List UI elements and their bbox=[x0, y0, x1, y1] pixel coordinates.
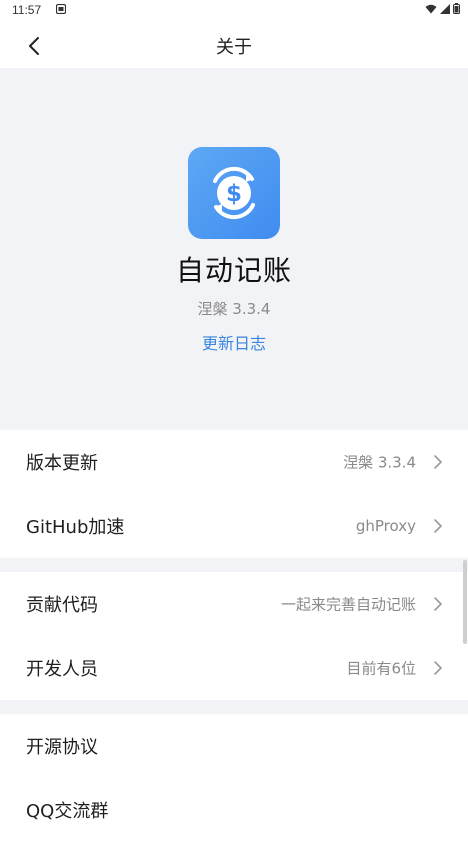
status-bar: 11:57 bbox=[0, 0, 468, 22]
chevron-right-icon bbox=[434, 661, 442, 675]
row-open-source-license[interactable]: 开源协议 bbox=[0, 714, 468, 778]
row-value: ghProxy bbox=[355, 517, 416, 535]
page-title: 关于 bbox=[216, 37, 252, 58]
row-label: 开发人员 bbox=[26, 659, 98, 680]
row-label: 开源协议 bbox=[26, 737, 98, 758]
svg-text:$: $ bbox=[226, 181, 242, 207]
status-time: 11:57 bbox=[12, 3, 42, 17]
chevron-right-icon bbox=[434, 455, 442, 469]
app-info-header: $ 自动记账 涅槃 3.3.4 更新日志 bbox=[0, 68, 468, 430]
dollar-refresh-icon: $ bbox=[213, 166, 255, 220]
app-name: 自动记账 bbox=[175, 254, 292, 287]
signal-icon bbox=[440, 3, 450, 14]
row-label: 版本更新 bbox=[26, 453, 98, 474]
chevron-right-icon bbox=[434, 519, 442, 533]
row-developers[interactable]: 开发人员 目前有6位 bbox=[0, 636, 468, 700]
row-version-update[interactable]: 版本更新 涅槃 3.3.4 bbox=[0, 430, 468, 494]
row-github-proxy[interactable]: GitHub加速 ghProxy bbox=[0, 494, 468, 558]
chevron-right-icon bbox=[434, 597, 442, 611]
row-contribute-code[interactable]: 贡献代码 一起来完善自动记账 bbox=[0, 572, 468, 636]
row-label: QQ交流群 bbox=[26, 801, 109, 822]
scrollbar[interactable] bbox=[463, 560, 467, 644]
row-qq-group[interactable]: QQ交流群 bbox=[0, 778, 468, 842]
wifi-icon bbox=[425, 4, 437, 13]
row-value: 一起来完善自动记账 bbox=[280, 595, 416, 614]
row-value: 涅槃 3.3.4 bbox=[343, 453, 416, 472]
battery-icon bbox=[453, 3, 460, 14]
app-version: 涅槃 3.3.4 bbox=[197, 300, 271, 318]
row-label: 贡献代码 bbox=[26, 595, 98, 616]
group-divider bbox=[0, 700, 468, 714]
changelog-link[interactable]: 更新日志 bbox=[0, 330, 468, 354]
row-label: GitHub加速 bbox=[26, 517, 125, 538]
app-bar: 关于 bbox=[0, 22, 468, 68]
group-divider bbox=[0, 558, 468, 572]
row-value: 目前有6位 bbox=[346, 659, 416, 678]
notification-icon bbox=[56, 4, 66, 14]
app-logo: $ bbox=[188, 147, 280, 239]
